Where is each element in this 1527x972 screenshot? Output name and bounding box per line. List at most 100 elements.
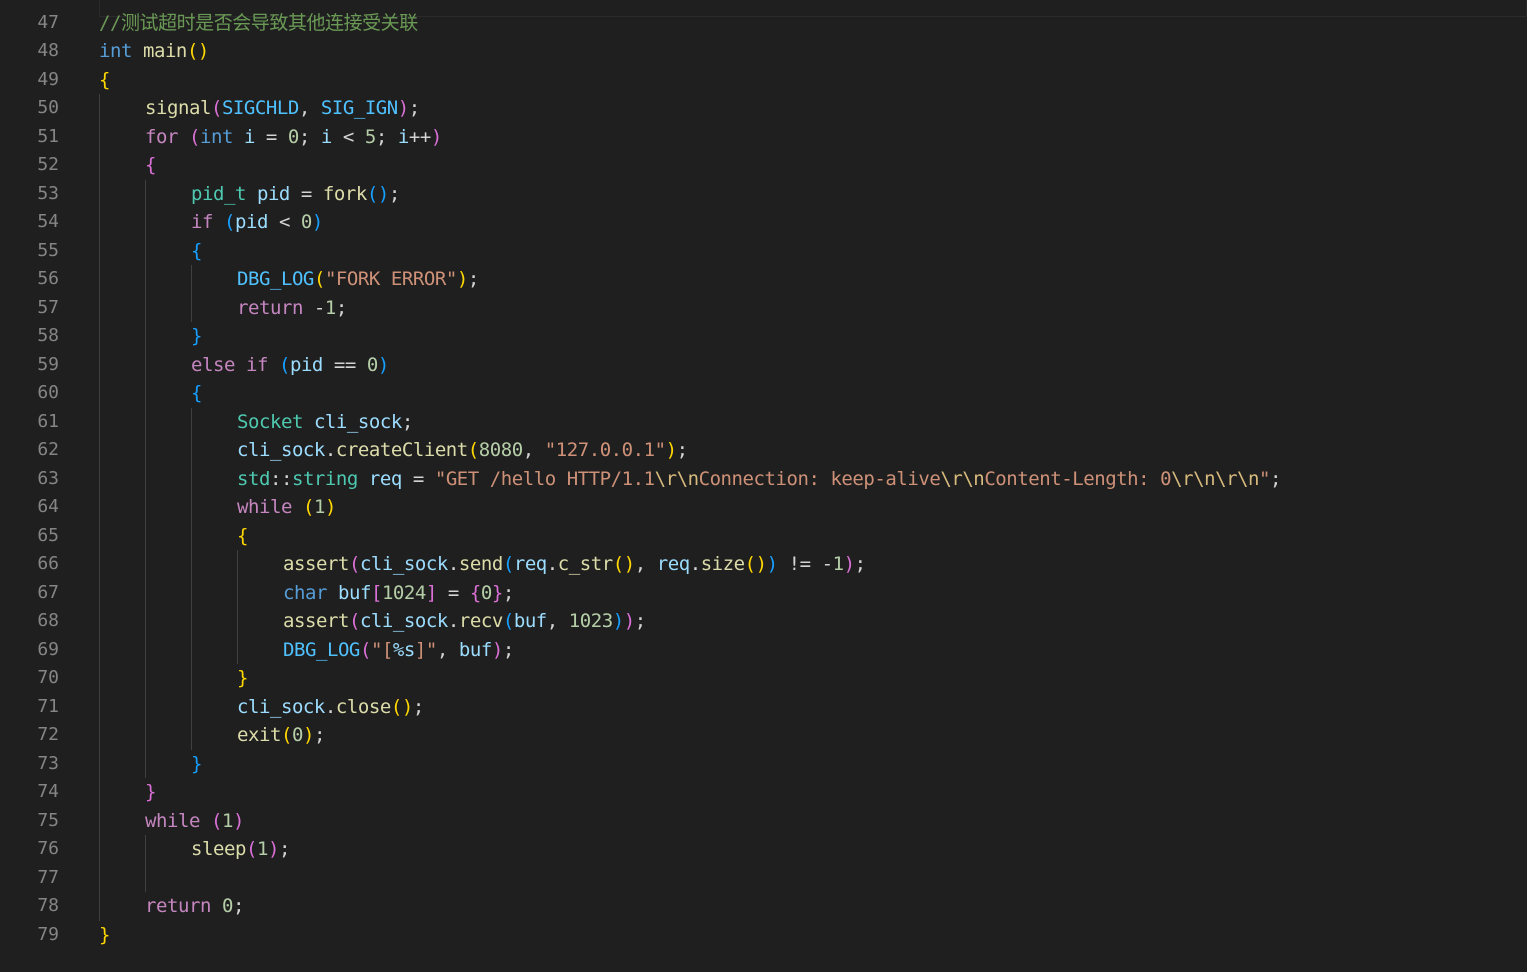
- code-token: ): [456, 268, 468, 290]
- code-line[interactable]: 71 cli_sock.close();: [0, 692, 1527, 721]
- code-line[interactable]: 47 //测试超时是否会导致其他连接受关联: [0, 9, 1527, 38]
- code-text: assert(cli_sock.recv(buf, 1023));: [283, 607, 646, 636]
- code-line[interactable]: 56 DBG_LOG("FORK ERROR");: [0, 265, 1527, 294]
- code-line[interactable]: 72 exit(0);: [0, 721, 1527, 750]
- code-token: 0: [480, 581, 492, 604]
- code-token: SIGCHLD: [221, 97, 299, 119]
- code-token: ): [397, 97, 409, 119]
- code-line[interactable]: 50 signal(SIGCHLD, SIG_IGN);: [0, 94, 1527, 123]
- code-token: ": [1259, 467, 1271, 490]
- code-editor[interactable]: 4647//测试超时是否会导致其他连接受关联48int main()49{50s…: [0, 0, 1527, 972]
- code-line[interactable]: 61 Socket cli_sock;: [0, 407, 1527, 436]
- indent-guide: [145, 179, 146, 208]
- code-token: while: [237, 496, 292, 518]
- indent-guide: [237, 578, 238, 607]
- code-token: pid: [256, 182, 290, 205]
- code-token: ): [843, 553, 855, 575]
- code-text: {: [237, 522, 248, 551]
- line-number: 65: [37, 524, 59, 546]
- code-line[interactable]: 69 DBG_LOG("[%s]", buf);: [0, 635, 1527, 664]
- indent-guide: [191, 664, 192, 693]
- code-line[interactable]: 54 if (pid < 0): [0, 208, 1527, 237]
- code-line[interactable]: 79}: [0, 921, 1527, 950]
- line-number: 51: [37, 125, 59, 147]
- code-text: }: [99, 921, 110, 950]
- code-line[interactable]: 62 cli_sock.createClient(8080, "127.0.0.1…: [0, 436, 1527, 465]
- code-line[interactable]: 64 while (1): [0, 493, 1527, 522]
- indent-guide: [99, 664, 100, 693]
- code-line[interactable]: 70}: [0, 664, 1527, 693]
- code-token: {: [99, 68, 110, 91]
- line-number: 78: [37, 895, 59, 916]
- code-line[interactable]: 75 while (1): [0, 806, 1527, 835]
- code-line[interactable]: 48 int main(): [0, 37, 1527, 66]
- line-number: 52: [37, 154, 59, 175]
- line-number: 69: [37, 638, 59, 660]
- code-line[interactable]: 74}: [0, 778, 1527, 807]
- line-number: 54: [37, 211, 59, 232]
- code-token: 0: [300, 211, 312, 233]
- code-token: fork: [322, 182, 367, 205]
- line-number: 53: [37, 182, 59, 204]
- code-line[interactable]: 78 return 0;: [0, 892, 1527, 921]
- line-number: 57: [37, 296, 59, 318]
- code-text: pid_t pid = fork();: [191, 180, 400, 209]
- line-number: 79: [37, 923, 59, 945]
- code-token: ]: [425, 581, 437, 604]
- code-line[interactable]: 58}: [0, 322, 1527, 351]
- code-line[interactable]: 66 assert(cli_sock.send(req.c_str(), req.…: [0, 550, 1527, 579]
- code-text: assert(cli_sock.send(req.c_str(), req.si…: [283, 550, 866, 579]
- code-token: ;: [335, 296, 347, 319]
- code-line[interactable]: 73}: [0, 749, 1527, 779]
- code-token: buf: [458, 638, 492, 661]
- code-token: ;: [408, 97, 420, 119]
- indent-guide: [99, 464, 100, 493]
- code-text: }: [191, 750, 202, 779]
- code-line[interactable]: 59 else if (pid == 0): [0, 350, 1527, 379]
- code-token: ): [267, 838, 279, 860]
- code-text: {: [99, 66, 110, 95]
- indent-guide: [145, 436, 146, 465]
- code-token: i: [320, 125, 332, 148]
- code-line[interactable]: 68 assert(cli_sock.recv(buf, 1023));: [0, 607, 1527, 636]
- code-line[interactable]: 65 {: [0, 521, 1527, 551]
- code-token: cli_sock: [237, 695, 325, 718]
- code-token: string: [291, 467, 358, 490]
- code-line[interactable]: 55 {: [0, 236, 1527, 265]
- code-token: Connection: keep-alive: [698, 467, 941, 490]
- indent-guide: [99, 322, 100, 351]
- code-token: char: [283, 581, 327, 604]
- code-token: \r\n\r\n: [1171, 467, 1260, 490]
- indent-guide: [145, 379, 146, 408]
- code-line[interactable]: 77: [0, 863, 1527, 892]
- code-token: ==: [322, 353, 367, 376]
- code-token: signal: [145, 97, 211, 119]
- code-line[interactable]: 67 char buf[1024] = {0};: [0, 578, 1527, 607]
- code-line[interactable]: 46: [0, 0, 1527, 9]
- code-line[interactable]: 76 sleep(1);: [0, 835, 1527, 864]
- code-token: size: [700, 553, 745, 575]
- code-token: while: [145, 809, 200, 832]
- code-text: }: [145, 778, 156, 807]
- code-line[interactable]: 57 return -1;: [0, 293, 1527, 322]
- code-token: cli_sock: [313, 410, 402, 433]
- code-token: cli_sock: [359, 553, 448, 575]
- code-line[interactable]: 63 std::string req = "GET /hello HTTP/1.1…: [0, 464, 1527, 494]
- code-token: ,: [546, 610, 569, 632]
- code-line[interactable]: 53 pid_t pid = fork();: [0, 179, 1527, 209]
- code-token: (: [467, 439, 479, 461]
- code-line[interactable]: 60 {: [0, 379, 1527, 408]
- code-token: (: [280, 724, 292, 746]
- code-line[interactable]: 51 for (int i = 0; i < 5; i++): [0, 122, 1527, 151]
- indent-guide: [145, 664, 146, 693]
- indent-guide: [145, 550, 146, 579]
- code-line[interactable]: 49 {: [0, 66, 1527, 95]
- code-text: std::string req = "GET /hello HTTP/1.1\r…: [237, 465, 1281, 494]
- code-line[interactable]: 52 {: [0, 151, 1527, 180]
- code-token: (: [245, 838, 257, 860]
- code-token: pid_t: [191, 182, 246, 205]
